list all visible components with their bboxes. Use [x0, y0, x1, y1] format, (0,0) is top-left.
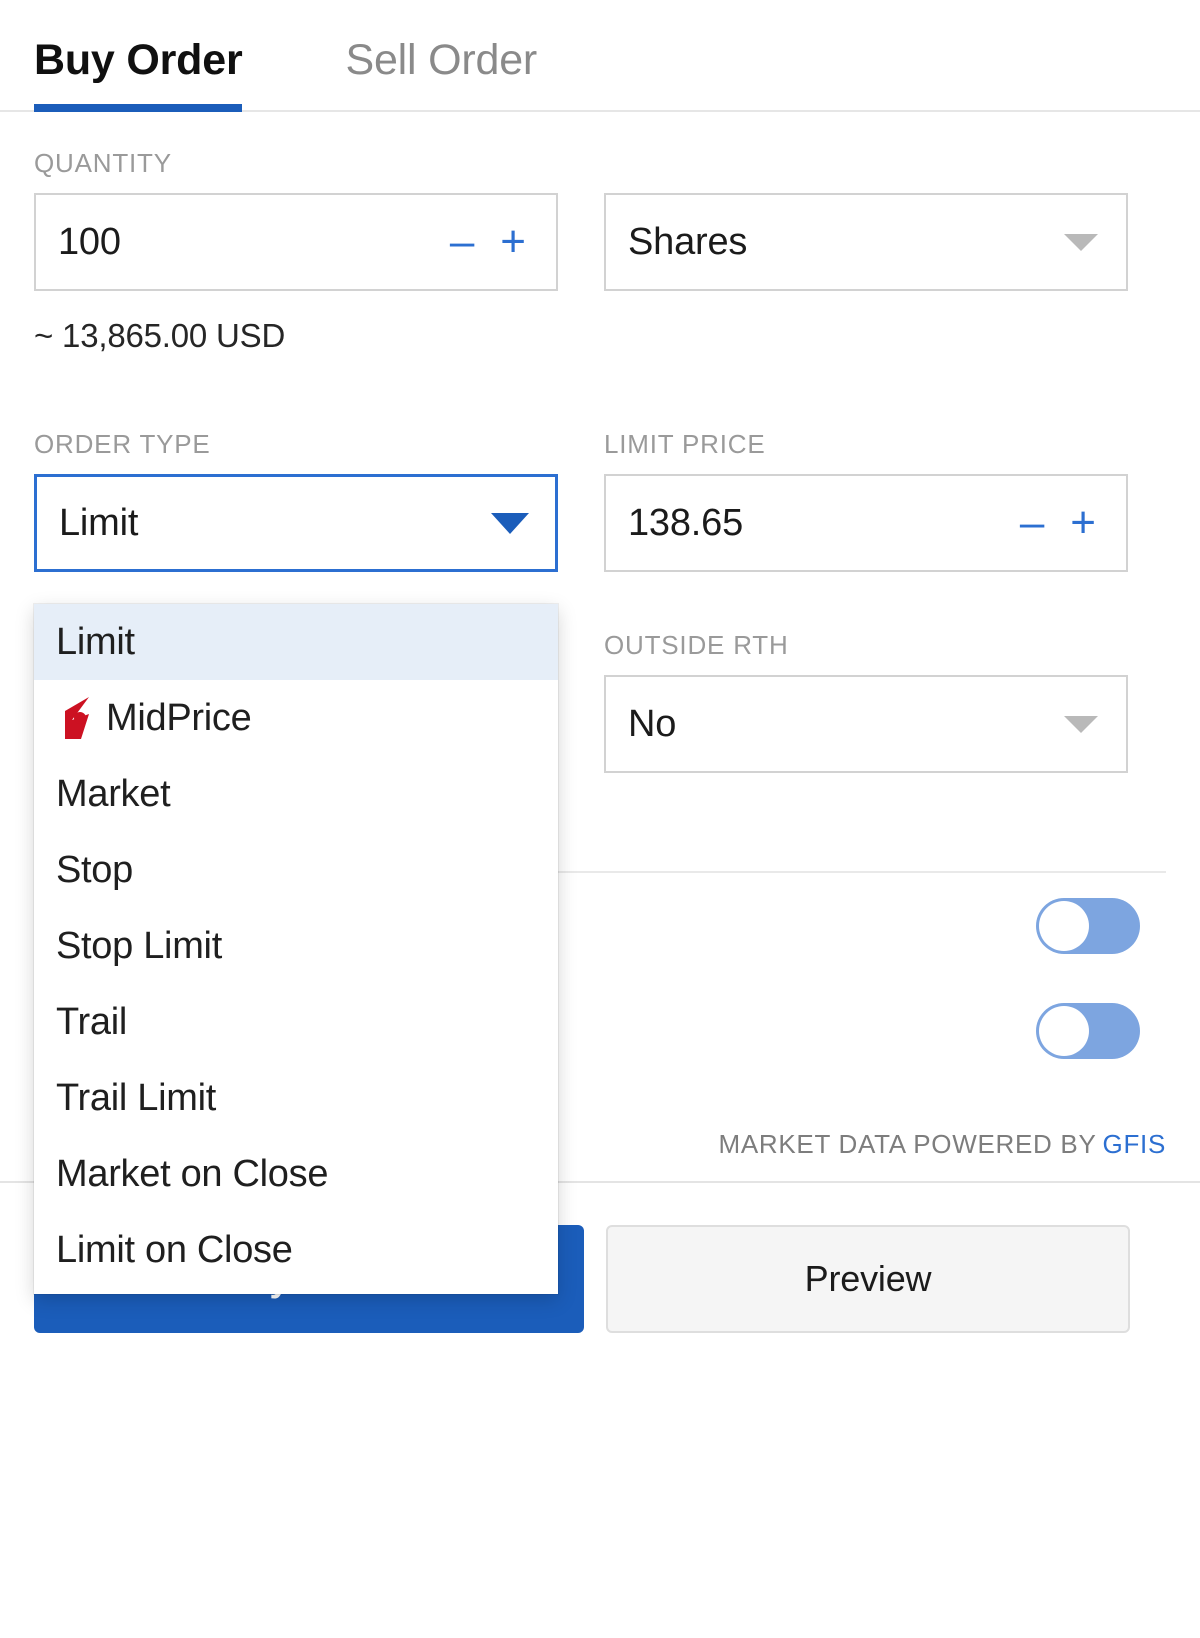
preview-button-label: Preview: [804, 1258, 932, 1299]
toggle-switch-1[interactable]: [1036, 897, 1140, 954]
order-type-option-label: MidPrice: [106, 696, 252, 739]
quantity-increment-button[interactable]: +: [500, 220, 526, 264]
order-type-option-trail[interactable]: Trail: [34, 984, 558, 1060]
order-type-option-market-on-close[interactable]: Market on Close: [34, 1136, 558, 1212]
order-type-dropdown-menu[interactable]: Limit MidPrice Market Stop Stop Limit Tr…: [34, 604, 558, 1294]
ibkr-flag-icon: [56, 697, 96, 739]
tab-sell-order[interactable]: Sell Order: [345, 39, 537, 110]
quantity-value: 100: [58, 220, 121, 263]
limit-price-field-group: LIMIT PRICE 138.65 – +: [604, 429, 1128, 572]
quantity-row: QUANTITY 100 – + ~ 13,865.00 USD Shares: [34, 148, 1166, 355]
order-type-option-label: Market on Close: [56, 1152, 329, 1195]
order-type-option-label: Stop Limit: [56, 924, 222, 967]
order-type-option-label: Stop: [56, 848, 133, 891]
order-type-option-stop-limit[interactable]: Stop Limit: [34, 908, 558, 984]
market-data-text: MARKET DATA POWERED BY: [718, 1128, 1097, 1159]
toggle-knob: [1039, 1005, 1089, 1056]
chevron-down-icon: [1064, 233, 1098, 251]
order-type-option-midprice[interactable]: MidPrice: [34, 680, 558, 756]
order-type-option-label: Trail Limit: [56, 1076, 216, 1119]
outside-rth-select[interactable]: No: [604, 675, 1128, 773]
chevron-down-icon: [1064, 715, 1098, 733]
order-type-label: ORDER TYPE: [34, 429, 211, 459]
order-side-tabs: Buy Order Sell Order: [0, 0, 1200, 112]
toggle-knob: [1039, 900, 1089, 951]
order-type-field-group: ORDER TYPE Limit: [34, 429, 558, 572]
quantity-label: QUANTITY: [34, 148, 172, 178]
units-select[interactable]: Shares: [604, 193, 1128, 291]
limit-price-stepper: – +: [1020, 501, 1096, 545]
quantity-estimate: ~ 13,865.00 USD: [34, 317, 286, 354]
units-field-group: Shares: [604, 148, 1128, 355]
outside-rth-field-group: OUTSIDE RTH No: [604, 630, 1128, 773]
order-type-option-label: Limit on Close: [56, 1228, 293, 1271]
order-type-option-trail-limit[interactable]: Trail Limit: [34, 1060, 558, 1136]
outside-rth-label: OUTSIDE RTH: [604, 630, 789, 660]
chevron-down-icon: [491, 512, 529, 534]
preview-button[interactable]: Preview: [606, 1225, 1130, 1333]
quantity-field-group: QUANTITY 100 – + ~ 13,865.00 USD: [34, 148, 558, 355]
order-type-option-market[interactable]: Market: [34, 756, 558, 832]
order-type-option-stop[interactable]: Stop: [34, 832, 558, 908]
limit-price-decrement-button[interactable]: –: [1020, 501, 1044, 545]
toggle-switch-2[interactable]: [1036, 1002, 1140, 1059]
limit-price-input[interactable]: 138.65 – +: [604, 474, 1128, 572]
tab-buy-order[interactable]: Buy Order: [34, 36, 243, 112]
outside-rth-value: No: [628, 702, 677, 745]
order-type-select[interactable]: Limit: [34, 474, 558, 572]
quantity-decrement-button[interactable]: –: [450, 220, 474, 264]
limit-price-increment-button[interactable]: +: [1070, 501, 1096, 545]
gfis-link[interactable]: GFIS: [1103, 1129, 1166, 1159]
order-type-option-limit-on-close[interactable]: Limit on Close: [34, 1212, 558, 1288]
limit-price-label: LIMIT PRICE: [604, 429, 766, 459]
order-type-option-label: Limit: [56, 620, 135, 663]
limit-price-value: 138.65: [628, 501, 744, 544]
market-data-attribution: MARKET DATA POWERED BY GFIS: [718, 1129, 1166, 1160]
quantity-stepper: – +: [450, 220, 526, 264]
quantity-input[interactable]: 100 – +: [34, 193, 558, 291]
order-type-value: Limit: [59, 501, 139, 544]
order-ticket-panel: Buy Order Sell Order QUANTITY 100 – + ~ …: [0, 0, 1200, 1638]
tab-buy-order-label: Buy Order: [34, 36, 243, 84]
order-type-option-limit[interactable]: Limit: [34, 604, 558, 680]
units-value: Shares: [628, 220, 748, 263]
order-type-option-label: Market: [56, 772, 171, 815]
order-type-option-label: Trail: [56, 1000, 127, 1043]
order-type-row: ORDER TYPE Limit LIMIT PRICE 138.65 – +: [34, 429, 1166, 572]
tab-sell-order-label: Sell Order: [345, 36, 538, 84]
